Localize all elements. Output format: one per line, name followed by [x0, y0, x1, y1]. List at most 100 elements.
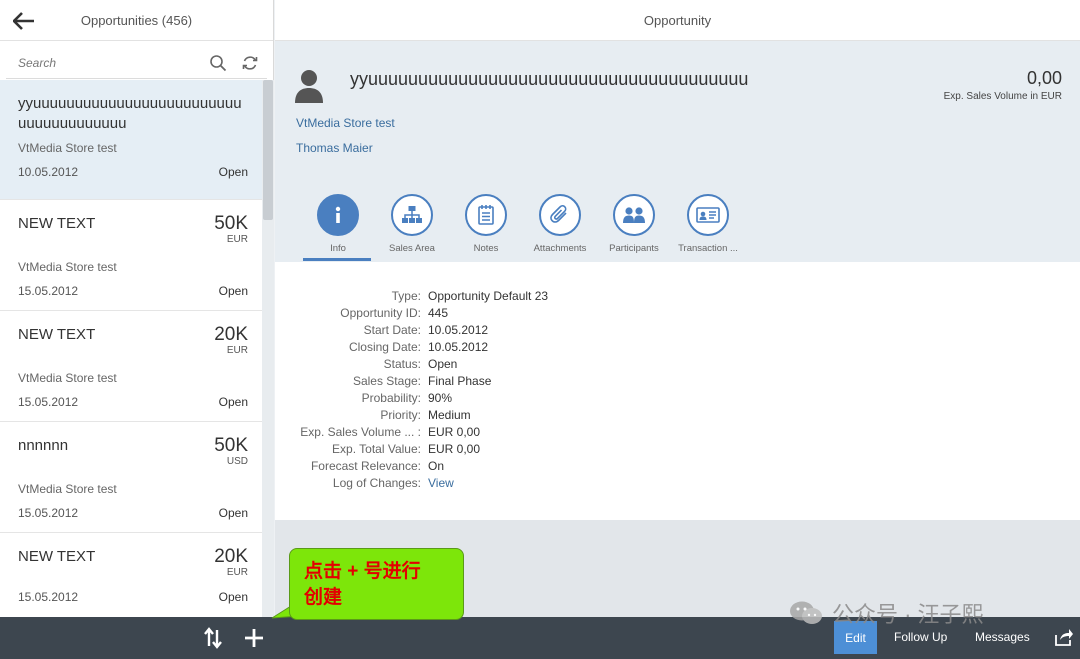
icon-tab-bar: Info Sales Area Notes Attachments Partic… [301, 194, 745, 262]
form-row-log-of-changes: Log of Changes: View [275, 476, 454, 490]
form-row-opportunity-id: Opportunity ID: 445 [275, 306, 448, 320]
form-label: Opportunity ID: [340, 306, 421, 320]
opportunity-list: yyuuuuuuuuuuuuuuuuuuuuuuuuuuuuuuuuuuuuuu… [0, 80, 274, 617]
search-icon[interactable] [209, 54, 227, 72]
item-status: Open [218, 284, 248, 298]
form-label: Forecast Relevance: [310, 459, 421, 473]
form-value: 445 [428, 306, 449, 320]
account-link[interactable]: VtMedia Store test [296, 116, 395, 130]
item-account: VtMedia Store test [18, 371, 117, 385]
view-changes-link[interactable]: View [428, 476, 454, 490]
form-row-sales-stage: Sales Stage: Final Phase [275, 374, 491, 388]
form-row-exp-total-value: Exp. Total Value: EUR 0,00 [275, 442, 480, 456]
arrow-left-icon [13, 12, 34, 30]
list-item[interactable]: NEW TEXT 20K EUR VtMedia Store test 15.0… [0, 311, 262, 422]
item-amount-value: 20K [214, 546, 248, 567]
wechat-icon [790, 601, 822, 624]
item-status: Open [218, 165, 248, 179]
tab-notes[interactable]: Notes [449, 194, 523, 262]
callout-line2: 创建 [304, 587, 343, 608]
item-currency: EUR [226, 567, 248, 578]
form-value: Medium [428, 408, 471, 422]
tab-label: Info [330, 243, 346, 254]
form-label: Exp. Sales Volume ... : [300, 425, 421, 439]
id-card-icon [696, 207, 720, 223]
item-account: VtMedia Store test [18, 141, 117, 155]
item-amount: 20K EUR [214, 547, 248, 579]
item-currency: EUR [226, 345, 248, 356]
item-currency: USD [226, 456, 248, 467]
form-value: 90% [428, 391, 453, 405]
add-icon[interactable] [243, 626, 265, 650]
info-form: Type: Opportunity Default 23 Opportunity … [275, 262, 1080, 520]
form-label: Exp. Total Value: [332, 442, 421, 456]
search-input[interactable] [18, 55, 198, 70]
share-icon[interactable] [1054, 627, 1074, 647]
tab-transaction[interactable]: Transaction ... [671, 194, 745, 262]
form-row-type: Type: Opportunity Default 23 [275, 289, 548, 303]
messages-button[interactable]: Messages [975, 630, 1030, 644]
form-value: Opportunity Default 23 [428, 289, 549, 303]
org-chart-icon [402, 206, 422, 223]
list-item[interactable]: yyuuuuuuuuuuuuuuuuuuuuuuuuuuuuuuuuuuuuuu… [0, 80, 262, 200]
list-item[interactable]: NEW TEXT 50K EUR VtMedia Store test 15.0… [0, 200, 262, 311]
refresh-icon[interactable] [241, 54, 259, 72]
search-field [6, 47, 267, 79]
master-title: Opportunities (456) [80, 12, 193, 28]
item-title: nnnnnn [18, 437, 69, 454]
tab-attachments[interactable]: Attachments [523, 194, 597, 262]
item-amount-value: 50K [214, 435, 248, 456]
form-value: 10.05.2012 [428, 340, 489, 354]
tab-label: Attachments [533, 243, 587, 254]
item-status: Open [218, 506, 248, 520]
sort-icon[interactable] [202, 626, 224, 650]
item-amount: 20K EUR [214, 325, 248, 357]
item-date: 15.05.2012 [18, 590, 79, 604]
callout-line1: 点击 + 号进行 [304, 561, 421, 582]
form-label: Start Date: [363, 323, 421, 337]
item-date: 15.05.2012 [18, 395, 79, 409]
back-button[interactable] [12, 9, 36, 33]
list-item[interactable]: nnnnnn 50K USD VtMedia Store test 15.05.… [0, 422, 262, 533]
item-amount: 50K EUR [214, 214, 248, 246]
form-row-exp-sales-volume: Exp. Sales Volume ... : EUR 0,00 [275, 425, 480, 439]
object-number: 0,00 Exp. Sales Volume in EUR [944, 68, 1062, 102]
tab-label: Transaction ... [678, 243, 738, 254]
people-icon [623, 207, 645, 223]
tab-info[interactable]: Info [301, 194, 375, 262]
item-title: NEW TEXT [18, 548, 96, 565]
item-amount-value: 50K [214, 213, 248, 234]
list-item[interactable]: NEW TEXT 20K EUR 15.05.2012 Open [0, 533, 262, 617]
object-title: yyuuuuuuuuuuuuuuuuuuuuuuuuuuuuuuuuuuuuuu [350, 69, 749, 89]
form-row-start-date: Start Date: 10.05.2012 [275, 323, 488, 337]
form-value: On [428, 459, 445, 473]
tab-participants[interactable]: Participants [597, 194, 671, 262]
item-date: 10.05.2012 [18, 165, 79, 179]
item-amount-value: 20K [214, 324, 248, 345]
person-icon [295, 70, 323, 103]
item-account: VtMedia Store test [18, 482, 117, 496]
tab-label: Participants [609, 243, 659, 254]
item-date: 15.05.2012 [18, 284, 79, 298]
tab-sales-area[interactable]: Sales Area [375, 194, 449, 262]
form-label: Probability: [361, 391, 421, 405]
scrollbar-thumb[interactable] [263, 80, 273, 220]
watermark: 公众号 · 汪子熙 [788, 597, 984, 629]
notes-icon [478, 205, 494, 225]
item-title: yyuuuuuuuuuuuuuuuuuuuuuuuuuuuuuuuuuuuuuu [18, 95, 242, 132]
master-panel: Opportunities (456) yyuuuuuuuuuuuuuuuuuu… [0, 0, 274, 617]
form-label: Status: [383, 357, 421, 371]
object-number-unit: Exp. Sales Volume in EUR [943, 91, 1062, 102]
form-row-forecast-relevance: Forecast Relevance: On [275, 459, 444, 473]
scrollbar[interactable] [262, 80, 274, 617]
item-title: NEW TEXT [18, 215, 96, 232]
form-label: Type: [391, 289, 421, 303]
form-label: Sales Stage: [352, 374, 421, 388]
object-number-value: 0,00 [1026, 68, 1062, 88]
form-value: Open [428, 357, 458, 371]
form-label: Log of Changes: [332, 476, 421, 490]
form-value: Final Phase [428, 374, 492, 388]
follow-up-button[interactable]: Follow Up [894, 630, 947, 644]
form-value: EUR 0,00 [428, 442, 481, 456]
contact-link[interactable]: Thomas Maier [296, 141, 373, 155]
